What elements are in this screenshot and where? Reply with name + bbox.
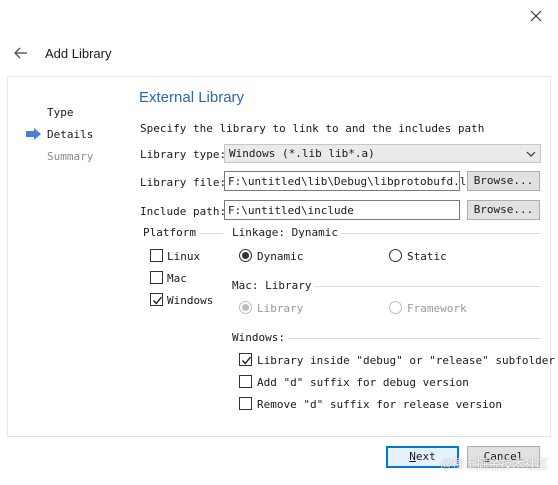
library-type-label: Library type:	[140, 148, 227, 161]
dialog-title: Add Library	[45, 46, 112, 61]
next-mnemonic: N	[409, 450, 416, 463]
mac-library-radio[interactable]	[239, 301, 252, 314]
windows-group-label: Windows:	[232, 331, 288, 344]
remove-d-suffix-label: Remove "d" suffix for release version	[257, 398, 503, 411]
mac-label: Mac	[167, 272, 187, 285]
library-file-input[interactable]: F:\untitled\lib\Debug\libprotobufd.lib	[224, 171, 480, 191]
include-path-input[interactable]: F:\untitled\include	[224, 200, 460, 220]
page-description: Specify the library to link to and the i…	[140, 122, 485, 135]
back-arrow-icon	[14, 47, 27, 59]
checkmark-icon	[152, 296, 163, 305]
windows-label: Windows	[167, 294, 214, 307]
linux-checkbox[interactable]	[150, 249, 163, 262]
add-d-suffix-label: Add "d" suffix for debug version	[257, 376, 469, 389]
footer-divider	[7, 436, 551, 437]
step-type: Type	[47, 106, 74, 119]
mac-checkbox[interactable]	[150, 271, 163, 284]
debug-release-subfolder-label: Library inside "debug" or "release" subf…	[257, 354, 556, 367]
include-path-label: Include path:	[140, 205, 227, 218]
dynamic-radio[interactable]	[239, 249, 252, 262]
linux-label: Linux	[167, 250, 201, 263]
mac-library-label: Library	[257, 302, 304, 315]
library-file-value: F:\untitled\lib\Debug\libprotobufd.lib	[228, 175, 480, 188]
debug-release-subfolder-checkbox[interactable]	[239, 353, 252, 366]
windows-checkbox[interactable]	[150, 293, 163, 306]
dynamic-label: Dynamic	[257, 250, 304, 263]
browse-library-file-button[interactable]: Browse...	[467, 171, 540, 191]
close-icon	[530, 10, 542, 22]
platform-group-label: Platform	[143, 226, 199, 239]
mac-framework-label: Framework	[407, 302, 467, 315]
mac-framework-radio[interactable]	[389, 301, 402, 314]
library-type-value: Windows (*.lib lib*.a)	[229, 147, 375, 160]
add-d-suffix-checkbox[interactable]	[239, 375, 252, 388]
page-title: External Library	[139, 89, 245, 106]
back-button[interactable]	[11, 43, 31, 63]
include-path-value: F:\untitled\include	[228, 204, 354, 217]
watermark: @稀土掘金技术社区	[440, 457, 549, 471]
step-summary: Summary	[47, 150, 94, 163]
static-label: Static	[407, 250, 447, 263]
mac-group-label: Mac: Library	[232, 279, 315, 292]
remove-d-suffix-checkbox[interactable]	[239, 397, 252, 410]
add-library-dialog: Add Library Type Details Summary Externa…	[0, 0, 558, 485]
library-file-label: Library file:	[140, 176, 227, 189]
current-step-arrow-icon	[26, 128, 41, 140]
close-button[interactable]	[526, 6, 546, 26]
linkage-group-label: Linkage: Dynamic	[232, 226, 341, 239]
browse-include-path-button[interactable]: Browse...	[467, 200, 540, 220]
chevron-down-icon	[526, 151, 536, 157]
step-details: Details	[47, 128, 94, 141]
next-label: ext	[415, 450, 436, 463]
checkmark-icon	[241, 356, 252, 365]
library-type-select[interactable]: Windows (*.lib lib*.a)	[224, 144, 541, 163]
static-radio[interactable]	[389, 249, 402, 262]
